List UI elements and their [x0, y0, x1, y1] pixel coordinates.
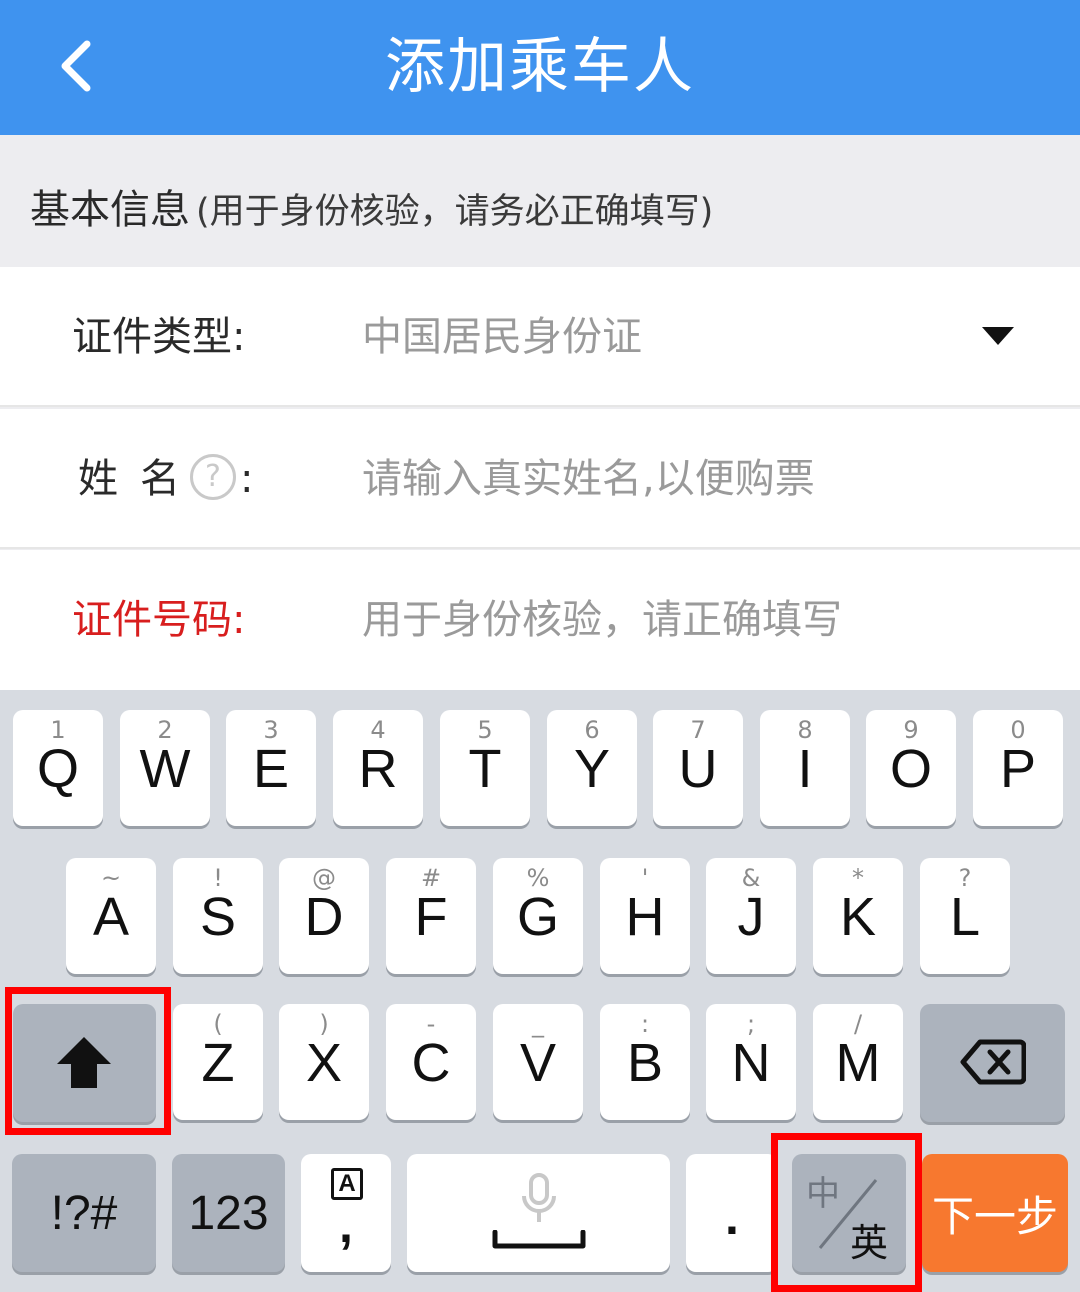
key-char: V	[519, 1033, 557, 1093]
key-e[interactable]: 3E	[226, 710, 316, 826]
id-type-label: 证件类型:	[72, 314, 246, 360]
name-label-b: 名	[140, 456, 180, 502]
key-char: D	[304, 887, 344, 947]
key-y[interactable]: 6Y	[547, 710, 637, 826]
key-f[interactable]: # F	[386, 858, 476, 974]
space-key[interactable]	[407, 1154, 670, 1272]
key-char: F	[414, 887, 448, 947]
numbers-key-label: 123	[188, 1186, 269, 1240]
key-a[interactable]: ~ A	[66, 858, 156, 974]
key-m[interactable]: / M	[813, 1004, 903, 1120]
key-char: N	[731, 1033, 771, 1093]
comma-ime-key[interactable]: A ,	[301, 1154, 391, 1272]
space-bar-icon	[492, 1230, 586, 1249]
key-char: U	[678, 739, 718, 799]
backspace-key[interactable]	[920, 1004, 1065, 1122]
language-switch-key[interactable]: 中 英	[792, 1154, 906, 1272]
id-type-row[interactable]: 证件类型: 中国居民身份证	[0, 267, 1080, 407]
name-label-colon: :	[240, 456, 254, 502]
key-j[interactable]: & J	[706, 858, 796, 974]
key-w[interactable]: 2W	[120, 710, 210, 826]
key-char: O	[889, 739, 932, 799]
nav-bar: 添加乘车人	[0, 0, 1080, 135]
soft-keyboard: 1Q 2W 3E 4R 5T 6Y 7U 8I 9O 0P ~ A ! S @ D #…	[0, 690, 1080, 1292]
next-step-key[interactable]: 下一步	[922, 1154, 1068, 1272]
period-label: .	[725, 1189, 739, 1245]
key-char: R	[358, 739, 398, 799]
microphone-icon	[522, 1173, 556, 1222]
numbers-key[interactable]: 123	[172, 1154, 285, 1272]
key-char: Q	[36, 739, 79, 799]
chevron-left-icon	[61, 40, 91, 92]
key-q[interactable]: 1Q	[13, 710, 103, 826]
key-h[interactable]: ' H	[600, 858, 690, 974]
caret-down-icon[interactable]	[982, 327, 1014, 345]
key-char: Y	[573, 739, 611, 799]
section-title: 基本信息 (用于身份核验，请务必正确填写)	[30, 177, 713, 235]
id-type-value[interactable]: 中国居民身份证	[362, 267, 1002, 407]
key-char: P	[999, 739, 1037, 799]
key-l[interactable]: ? L	[920, 858, 1010, 974]
key-char: X	[305, 1033, 343, 1093]
id-number-row: 证件号码:	[0, 550, 1080, 690]
key-char: S	[199, 887, 237, 947]
symbols-key[interactable]: !?#	[12, 1154, 156, 1272]
key-p[interactable]: 0P	[973, 710, 1063, 826]
key-char: J	[737, 887, 765, 947]
symbols-key-label: !?#	[50, 1186, 118, 1240]
id-number-label: 证件号码:	[72, 597, 246, 643]
key-char: M	[835, 1033, 881, 1093]
key-d[interactable]: @ D	[279, 858, 369, 974]
name-input[interactable]	[362, 409, 1002, 549]
name-row: 姓名?:	[0, 409, 1080, 549]
key-x[interactable]: ) X	[279, 1004, 369, 1120]
page-title: 添加乘车人	[385, 32, 695, 102]
period-key[interactable]: .	[686, 1154, 778, 1272]
key-g[interactable]: % G	[493, 858, 583, 974]
back-button[interactable]	[40, 28, 110, 104]
key-char: G	[516, 887, 559, 947]
id-number-input[interactable]	[362, 550, 1002, 690]
key-char: A	[92, 887, 130, 947]
key-z[interactable]: (Z	[173, 1004, 263, 1120]
shift-arrow-icon	[57, 1037, 111, 1088]
name-label: 姓名?:	[78, 409, 253, 549]
comma-label: ,	[339, 1197, 353, 1253]
key-char: L	[949, 887, 981, 947]
key-o[interactable]: 9O	[866, 710, 956, 826]
key-char: T	[468, 739, 502, 799]
section-title-text: 基本信息	[30, 187, 190, 233]
key-v[interactable]: _ V	[493, 1004, 583, 1120]
lang-en-label: 英	[850, 1221, 889, 1265]
key-char: H	[625, 887, 665, 947]
basic-info-section-header: 基本信息 (用于身份核验，请务必正确填写)	[0, 135, 1080, 267]
backspace-icon	[960, 1039, 1026, 1085]
key-char: K	[839, 887, 877, 947]
key-char: I	[797, 739, 813, 799]
key-s[interactable]: ! S	[173, 858, 263, 974]
key-char: W	[139, 739, 191, 799]
section-note: (用于身份核验，请务必正确填写)	[196, 192, 714, 232]
key-i[interactable]: 8I	[760, 710, 850, 826]
key-t[interactable]: 5T	[440, 710, 530, 826]
key-r[interactable]: 4R	[333, 710, 423, 826]
key-char: E	[252, 739, 290, 799]
question-circle-icon[interactable]: ?	[190, 454, 236, 500]
key-n[interactable]: ; N	[706, 1004, 796, 1120]
key-char: Z	[201, 1033, 235, 1093]
key-char: C	[411, 1033, 451, 1093]
name-label-a: 姓	[78, 456, 118, 502]
key-k[interactable]: * K	[813, 858, 903, 974]
key-b[interactable]: :B	[600, 1004, 690, 1120]
shift-key[interactable]	[13, 1004, 156, 1122]
next-step-label: 下一步	[931, 1191, 1058, 1241]
key-c[interactable]: -C	[386, 1004, 476, 1120]
key-u[interactable]: 7U	[653, 710, 743, 826]
key-char: B	[626, 1033, 664, 1093]
